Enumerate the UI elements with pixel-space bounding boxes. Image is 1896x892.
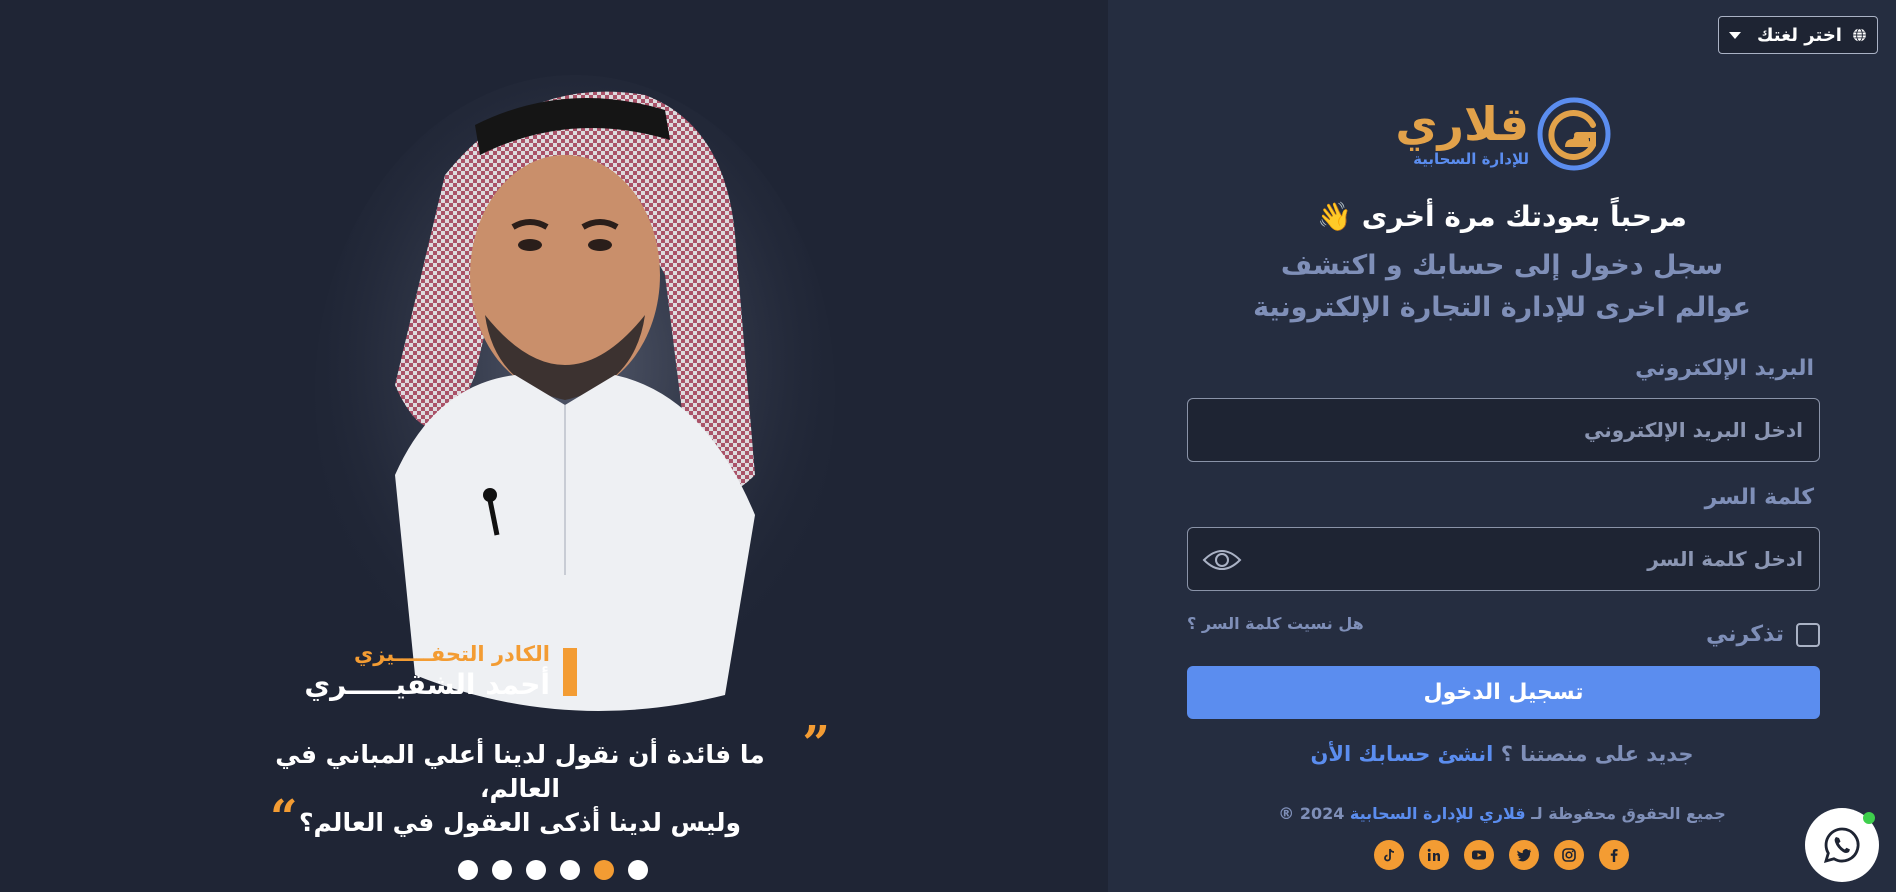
quote-line-2: وليس لدينا أذكى العقول في العالم؟ — [298, 808, 742, 837]
login-panel: اختر لغتك قلاري للإدارة السحابية مرحباً … — [1108, 0, 1896, 892]
signup-prompt: جديد على منصتنا ؟ انشئ حسابك الأن — [1108, 742, 1896, 766]
quote-text: ما فائدة أن نقول لدينا أعلي المباني في ا… — [250, 738, 790, 840]
remember-label: تذكرني — [1706, 622, 1784, 647]
email-label: البريد الإلكتروني — [1635, 356, 1814, 381]
signup-question: جديد على منصتنا ؟ — [1500, 742, 1694, 766]
copyright-year: 2024 ® — [1278, 804, 1345, 823]
speaker-portrait — [315, 75, 835, 715]
welcome-subtitle: سجل دخول إلى حسابك و اكتشف عوالم اخرى لل… — [1108, 245, 1896, 329]
brand-mark-icon — [1537, 97, 1611, 171]
login-button[interactable]: تسجيل الدخول — [1187, 666, 1820, 719]
speaker-role: الكادر التحفـــــيزي — [353, 642, 550, 666]
subtitle-line-2: عوالم اخرى للإدارة التجارة الإلكترونية — [1253, 292, 1751, 323]
facebook-icon[interactable] — [1599, 840, 1629, 870]
whatsapp-icon — [1823, 827, 1860, 864]
quote-block: ” ما فائدة أن نقول لدينا أعلي المباني في… — [270, 716, 830, 846]
brand-tagline: للإدارة السحابية — [1413, 150, 1529, 168]
brand-logo: قلاري للإدارة السحابية — [1393, 95, 1613, 175]
globe-icon — [1853, 28, 1866, 42]
twitter-icon[interactable] — [1509, 840, 1539, 870]
testimonial-panel: الكادر التحفـــــيزي أحمد الشقيـــــري ”… — [0, 0, 1108, 892]
email-field-wrapper — [1187, 398, 1820, 462]
welcome-heading: مرحباً بعودتك مرة أخرى 👋 — [1317, 200, 1687, 233]
slide-dot-active[interactable] — [594, 860, 614, 880]
linkedin-icon[interactable] — [1419, 840, 1449, 870]
copyright-prefix: جميع الحقوق محفوظة لـ — [1531, 804, 1726, 823]
remember-checkbox[interactable] — [1796, 622, 1820, 647]
password-field-wrapper — [1187, 527, 1820, 591]
slide-dot[interactable] — [492, 860, 512, 880]
slide-dot[interactable] — [458, 860, 478, 880]
copyright: جميع الحقوق محفوظة لـ قلاري للإدارة السح… — [1108, 804, 1896, 823]
speaker-tag: الكادر التحفـــــيزي أحمد الشقيـــــري — [300, 640, 580, 701]
eye-icon[interactable] — [1202, 546, 1242, 574]
copyright-brand: قلاري للإدارة السحابية — [1349, 804, 1526, 823]
slide-dot[interactable] — [628, 860, 648, 880]
quote-close-icon: “ — [270, 790, 298, 846]
instagram-icon[interactable] — [1554, 840, 1584, 870]
slide-dot[interactable] — [526, 860, 546, 880]
quote-line-1: ما فائدة أن نقول لدينا أعلي المباني في ا… — [275, 740, 765, 803]
youtube-icon[interactable] — [1464, 840, 1494, 870]
speaker-tag-bar — [563, 648, 577, 696]
signup-link[interactable]: انشئ حسابك الأن — [1310, 742, 1493, 766]
subtitle-line-1: سجل دخول إلى حسابك و اكتشف — [1280, 250, 1724, 281]
online-status-dot — [1863, 812, 1875, 824]
slide-dot[interactable] — [560, 860, 580, 880]
password-field[interactable] — [1188, 528, 1819, 590]
remember-me[interactable]: تذكرني — [1706, 622, 1820, 647]
whatsapp-chat-button[interactable] — [1805, 808, 1879, 882]
language-label: اختر لغتك — [1757, 24, 1842, 46]
password-label: كلمة السر — [1704, 485, 1814, 510]
speaker-name: أحمد الشقيـــــري — [304, 668, 550, 701]
email-field[interactable] — [1188, 399, 1819, 461]
social-links — [1374, 840, 1629, 870]
quote-open-icon: ” — [802, 716, 830, 772]
brand-name: قلاري — [1395, 97, 1529, 151]
forgot-password-link[interactable]: هل نسيت كلمة السر ؟ — [1187, 614, 1364, 633]
language-selector[interactable]: اختر لغتك — [1718, 16, 1878, 54]
slide-indicators — [458, 860, 648, 880]
tiktok-icon[interactable] — [1374, 840, 1404, 870]
chevron-down-icon — [1729, 31, 1741, 39]
